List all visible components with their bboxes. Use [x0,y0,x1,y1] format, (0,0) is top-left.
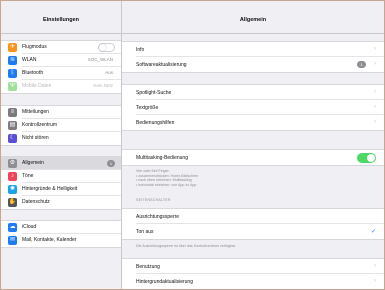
row-label: Softwareaktualisierung [136,62,187,68]
row-label: Ausrichtungssperre [136,214,180,220]
row-text-size[interactable]: Textgröße › [122,100,384,115]
multitasking-group: Multitasking-Bedienung [122,149,384,166]
multitasking-desc-4: • horizontal streichen: von App zu App [136,182,197,187]
row-spotlight[interactable]: Spotlight-Suche › [122,85,384,100]
sidebar-item-label: WLAN [22,57,37,63]
sidebar-item-label: Hintergründe & Helligkeit [22,186,78,192]
divider [1,33,121,34]
row-software-update[interactable]: Softwareaktualisierung 1 › [122,57,384,72]
sidebar-item-bluetooth[interactable]: ᛒ Bluetooth Aus [1,67,121,80]
sidebar-item-label: Töne [22,173,34,179]
sidebar-item-label: Allgemein [22,160,44,166]
airplane-mode-toggle[interactable] [98,43,115,52]
side-switch-note: Die Ausrichtungssperre ist über das Kont… [136,244,236,248]
row-usage[interactable]: Benutzung › [122,259,384,274]
ipad-screen: Kein Netz 10:16 74 % Einstellungen ✈Flug… [0,0,385,290]
about-group: Info › Softwareaktualisierung 1 › [122,41,384,73]
sidebar-item-label: Nicht stören [22,135,49,141]
usage-group: Benutzung › Hintergrundaktualisierung › [122,258,384,289]
chevron-right-icon: › [374,119,376,125]
row-rotation-lock[interactable]: Ausrichtungssperre [122,209,384,224]
chevron-right-icon: › [374,104,376,110]
speaker-icon: ♪ [8,172,17,181]
sidebar-title: Einstellungen [42,17,80,23]
chevron-right-icon: › [374,263,376,269]
sidebar-item-label: iCloud [22,224,37,230]
sidebar-item-label: Flugmodus [22,44,47,50]
bluetooth-icon: ᛒ [8,69,17,78]
sidebar-item-label: Mitteilungen [22,109,49,115]
row-label: Ton aus [136,229,154,235]
chevron-right-icon: › [374,61,376,67]
sidebar-item-cloud[interactable]: ☁ iCloud [1,221,121,234]
sidebar-item-label: Kontrollzentrum [22,122,58,128]
sidebar-item-airplane[interactable]: ✈ Flugmodus [1,41,121,54]
row-label: Spotlight-Suche [136,90,172,96]
sidebar-item-label: Mail, Kontakte, Kalender [22,237,77,243]
sidebar-item-gear[interactable]: ⚙ Allgemein 1 [1,157,121,170]
gear-icon: ⚙ [8,159,17,168]
notification-badge: 1 [107,160,115,167]
sidebar-group: ⚙ Allgemein 1 ♪ Töne ✺ Hintergründe & Helligke… [1,156,121,210]
sidebar-group: ☁ iCloud ✉ Mail, Kontakte, Kalender [1,220,121,248]
row-label: Info [136,47,145,53]
row-label: Bedienungshilfen [136,120,175,126]
divider [122,33,384,34]
sidebar-item-value: Kein Netz [93,83,113,88]
cloud-icon: ☁ [8,223,17,232]
sidebar-item-speaker[interactable]: ♪ Töne [1,170,121,183]
sidebar-item-label: Bluetooth [22,70,44,76]
sidebar-item-hand[interactable]: ✋ Datenschutz [1,196,121,209]
sidebar-item-moon[interactable]: ☾ Nicht stören [1,132,121,145]
row-label: Textgröße [136,105,159,111]
sidebar-item-label: Mobile Daten [22,83,52,89]
antenna-icon: Ψ [8,82,17,91]
sidebar-group: ≡ Mitteilungen ▤ Kontrollzentrum ☾ Nicht stör… [1,105,121,146]
checkmark-icon: ✓ [370,229,376,235]
page-title: Allgemein [239,17,267,23]
brightness-icon: ✺ [8,185,17,194]
chevron-right-icon: › [374,278,376,284]
chevron-right-icon: › [374,89,376,95]
row-label: Multitasking-Bedienung [136,155,188,161]
sidebar-item-brightness[interactable]: ✺ Hintergründe & Helligkeit [1,183,121,196]
section-header: SEITENSCHALTER [136,198,171,202]
sidebar-item-wifi[interactable]: ≋ WLAN SOC_WLAN [1,54,121,67]
update-badge: 1 [357,61,366,68]
sidebar-item-notifications[interactable]: ≡ Mitteilungen [1,106,121,119]
row-background-refresh[interactable]: Hintergrundaktualisierung › [122,274,384,289]
chevron-right-icon: › [374,46,376,52]
row-info[interactable]: Info › [122,42,384,57]
display-group: Spotlight-Suche › Textgröße › Bedienungs… [122,84,384,131]
row-label: Benutzung [136,264,160,270]
row-label: Hintergrundaktualisierung [136,279,193,285]
sidebar-group: ✈ Flugmodus ≋ WLAN SOC_WLAN ᛒ Bluetooth Aus Ψ Mob… [1,40,121,94]
general-settings-pane: Allgemein Info › Softwareaktualisierung … [122,1,384,289]
sidebar-item-value: Aus [105,70,113,75]
wifi-icon: ≋ [8,56,17,65]
sidebar-item-control-center[interactable]: ▤ Kontrollzentrum [1,119,121,132]
hand-icon: ✋ [8,198,17,207]
row-multitasking: Multitasking-Bedienung [122,150,384,165]
sidebar-item-value: SOC_WLAN [87,57,113,62]
sidebar-item-mail[interactable]: ✉ Mail, Kontakte, Kalender [1,234,121,247]
side-switch-group: Ausrichtungssperre Ton aus ✓ [122,208,384,240]
sidebar-item-label: Datenschutz [22,199,50,205]
control-center-icon: ▤ [8,121,17,130]
moon-icon: ☾ [8,134,17,143]
mail-icon: ✉ [8,236,17,245]
settings-sidebar: Einstellungen ✈ Flugmodus ≋ WLAN SOC_WLAN ᛒ Bl… [1,1,122,289]
row-accessibility[interactable]: Bedienungshilfen › [122,115,384,130]
notifications-icon: ≡ [8,108,17,117]
multitasking-toggle[interactable] [357,153,376,163]
sidebar-item-antenna[interactable]: Ψ Mobile Daten Kein Netz [1,80,121,93]
row-mute[interactable]: Ton aus ✓ [122,224,384,239]
airplane-icon: ✈ [8,43,17,52]
